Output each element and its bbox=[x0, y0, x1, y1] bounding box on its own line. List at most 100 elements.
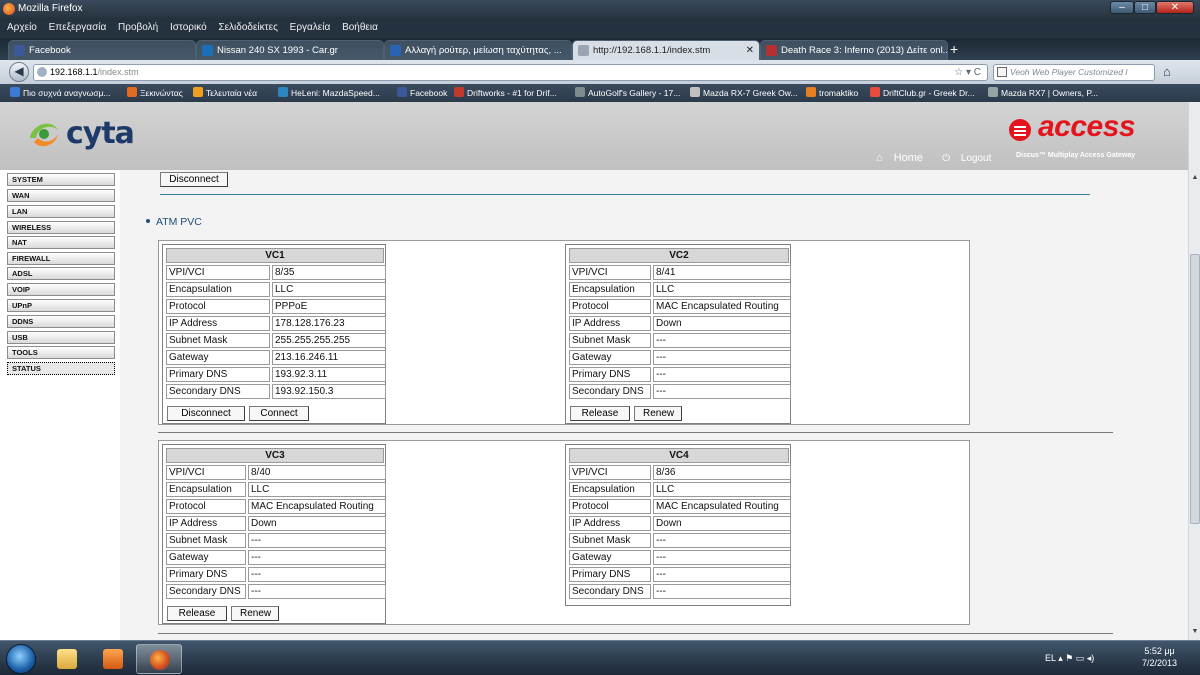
renew-button[interactable]: Renew bbox=[231, 606, 279, 621]
disconnect-button[interactable]: Disconnect bbox=[160, 172, 228, 187]
bookmark-item[interactable]: DriftClub.gr - Greek Dr... bbox=[870, 84, 975, 102]
back-button[interactable]: ◀ bbox=[9, 62, 29, 82]
field-value: LLC bbox=[248, 482, 386, 497]
connect-button[interactable]: Connect bbox=[249, 406, 309, 421]
tray-icons[interactable]: ▴ ⚑ ▭ ◂) bbox=[1058, 653, 1094, 663]
sidebar-item-usb[interactable]: USB bbox=[7, 331, 115, 344]
minimize-button[interactable]: – bbox=[1110, 1, 1134, 14]
field-value: LLC bbox=[272, 282, 386, 297]
scroll-down-icon[interactable]: ▼ bbox=[1190, 628, 1200, 638]
menu-history[interactable]: Ιστορικό bbox=[170, 22, 207, 33]
brand-name: cyta bbox=[66, 116, 135, 151]
bookmark-icon bbox=[806, 87, 816, 97]
access-icon bbox=[1009, 119, 1031, 141]
sidebar-item-system[interactable]: SYSTEM bbox=[7, 173, 115, 186]
pvc-vc2: VC2 VPI/VCI 8/41 Encapsulation LLC Protocol MA… bbox=[565, 244, 791, 424]
field-value: 8/36 bbox=[653, 465, 791, 480]
sidebar-item-adsl[interactable]: ADSL bbox=[7, 267, 115, 280]
url-bar[interactable]: 192.168.1.1/index.stm ☆ ▾ C bbox=[33, 64, 988, 81]
sidebar-item-firewall[interactable]: FIREWALL bbox=[7, 252, 115, 265]
page-scrollbar[interactable]: ▲ ▼ bbox=[1188, 102, 1200, 640]
menu-file[interactable]: Αρχείο bbox=[7, 22, 37, 33]
scroll-thumb[interactable] bbox=[1190, 254, 1200, 524]
bookmark-item[interactable]: Mazda RX7 | Owners, P... bbox=[988, 84, 1098, 102]
bookmark-item[interactable]: Τελευταία νέα bbox=[193, 84, 257, 102]
bookmark-item[interactable]: Mazda RX-7 Greek Ow... bbox=[690, 84, 797, 102]
pvc-field-row: IP Address Down bbox=[166, 516, 386, 531]
system-clock[interactable]: 5:52 μμ 7/2/2013 bbox=[1142, 645, 1177, 669]
search-placeholder: Veoh Web Player Customized I bbox=[1010, 67, 1128, 77]
sidebar-item-tools[interactable]: TOOLS bbox=[7, 346, 115, 359]
menu-view[interactable]: Προβολή bbox=[118, 22, 158, 33]
field-label: Protocol bbox=[569, 299, 651, 314]
sidebar-item-nat[interactable]: NAT bbox=[7, 236, 115, 249]
menu-help[interactable]: Βοήθεια bbox=[342, 22, 378, 33]
bookmark-item[interactable]: HeLeni: MazdaSpeed... bbox=[278, 84, 380, 102]
start-button[interactable] bbox=[6, 644, 36, 674]
folder-icon bbox=[57, 649, 77, 669]
tab-router-status[interactable]: http://192.168.1.1/index.stm ✕ bbox=[572, 40, 760, 60]
field-label: Primary DNS bbox=[569, 567, 651, 582]
bookmark-item[interactable]: Ξεκινώντας bbox=[127, 84, 183, 102]
home-link[interactable]: ⌂ Home bbox=[876, 152, 931, 164]
tab-cargr[interactable]: Nissan 240 SX 1993 - Car.gr bbox=[196, 40, 384, 60]
field-value: --- bbox=[653, 533, 791, 548]
sidebar-item-wireless[interactable]: WIRELESS bbox=[7, 221, 115, 234]
field-value: 193.92.3.11 bbox=[272, 367, 386, 382]
field-label: Encapsulation bbox=[166, 282, 270, 297]
maximize-button[interactable]: □ bbox=[1134, 1, 1156, 14]
section-heading: ATM PVC bbox=[146, 216, 202, 228]
router-header: cyta access Discus™ Multiplay Access Gat… bbox=[0, 102, 1188, 170]
reload-icon[interactable]: ☆ ▾ C bbox=[954, 65, 981, 80]
release-button[interactable]: Release bbox=[570, 406, 630, 421]
tab-facebook[interactable]: Facebook bbox=[8, 40, 196, 60]
url-path: /index.stm bbox=[97, 67, 139, 77]
release-button[interactable]: Release bbox=[167, 606, 227, 621]
close-tab-icon[interactable]: ✕ bbox=[746, 41, 754, 60]
main-content: Disconnect ATM PVC VC1 VPI/VCI 8/35 Encapsu… bbox=[120, 170, 1188, 640]
pvc-field-row: VPI/VCI 8/35 bbox=[166, 265, 386, 280]
sidebar-item-voip[interactable]: VOIP bbox=[7, 283, 115, 296]
taskbar-media-player[interactable] bbox=[90, 644, 136, 674]
menu-edit[interactable]: Επεξεργασία bbox=[49, 22, 107, 33]
pvc-field-row: Gateway --- bbox=[569, 550, 791, 565]
pvc-field-row: Gateway 213.16.246.11 bbox=[166, 350, 386, 365]
new-tab-button[interactable]: + bbox=[950, 40, 958, 58]
pvc-field-row: Encapsulation LLC bbox=[569, 282, 791, 297]
router-page: cyta access Discus™ Multiplay Access Gat… bbox=[0, 102, 1188, 640]
home-icon[interactable]: ⌂ bbox=[1163, 64, 1179, 80]
scroll-up-icon[interactable]: ▲ bbox=[1190, 174, 1200, 184]
taskbar-firefox[interactable] bbox=[136, 644, 182, 674]
sidebar-item-ddns[interactable]: DDNS bbox=[7, 315, 115, 328]
bookmark-item[interactable]: Driftworks - #1 for Drif... bbox=[454, 84, 557, 102]
sidebar-item-upnp[interactable]: UPnP bbox=[7, 299, 115, 312]
tab-movie[interactable]: Death Race 3: Inferno (2013) Δείτε onl..… bbox=[760, 40, 948, 60]
taskbar-explorer[interactable] bbox=[44, 644, 90, 674]
field-value: MAC Encapsulated Routing bbox=[653, 499, 791, 514]
pvc-field-row: Primary DNS --- bbox=[166, 567, 386, 582]
product-name: access bbox=[1038, 110, 1136, 143]
tab-label: Facebook bbox=[29, 45, 71, 56]
language-indicator[interactable]: EL bbox=[1045, 653, 1056, 663]
tab-router-article[interactable]: Αλλαγή ρούτερ, μείωση ταχύτητας, ... bbox=[384, 40, 572, 60]
bookmark-item[interactable]: tromaktiko bbox=[806, 84, 858, 102]
field-label: Secondary DNS bbox=[569, 584, 651, 599]
close-button[interactable]: ✕ bbox=[1156, 1, 1194, 14]
search-input[interactable]: Veoh Web Player Customized I bbox=[993, 64, 1155, 81]
bookmark-item[interactable]: Facebook bbox=[397, 84, 447, 102]
disconnect-button[interactable]: Disconnect bbox=[167, 406, 245, 421]
bookmark-item[interactable]: AutoGolf's Gallery - 17... bbox=[575, 84, 680, 102]
renew-button[interactable]: Renew bbox=[634, 406, 682, 421]
bookmark-item[interactable]: Πιο συχνά αναγνωσμ... bbox=[10, 84, 110, 102]
bookmark-label: tromaktiko bbox=[819, 88, 859, 98]
sidebar-item-wan[interactable]: WAN bbox=[7, 189, 115, 202]
logout-link[interactable]: ⏻ Logout bbox=[942, 153, 999, 164]
menu-tools[interactable]: Εργαλεία bbox=[290, 22, 331, 33]
sidebar-item-status[interactable]: STATUS bbox=[7, 362, 115, 375]
menu-bookmarks[interactable]: Σελιδοδείκτες bbox=[218, 22, 277, 33]
sidebar-item-lan[interactable]: LAN bbox=[7, 205, 115, 218]
field-value: 8/41 bbox=[653, 265, 791, 280]
bookmark-icon bbox=[575, 87, 585, 97]
pvc-field-row: Subnet Mask --- bbox=[166, 533, 386, 548]
field-label: Primary DNS bbox=[166, 367, 270, 382]
